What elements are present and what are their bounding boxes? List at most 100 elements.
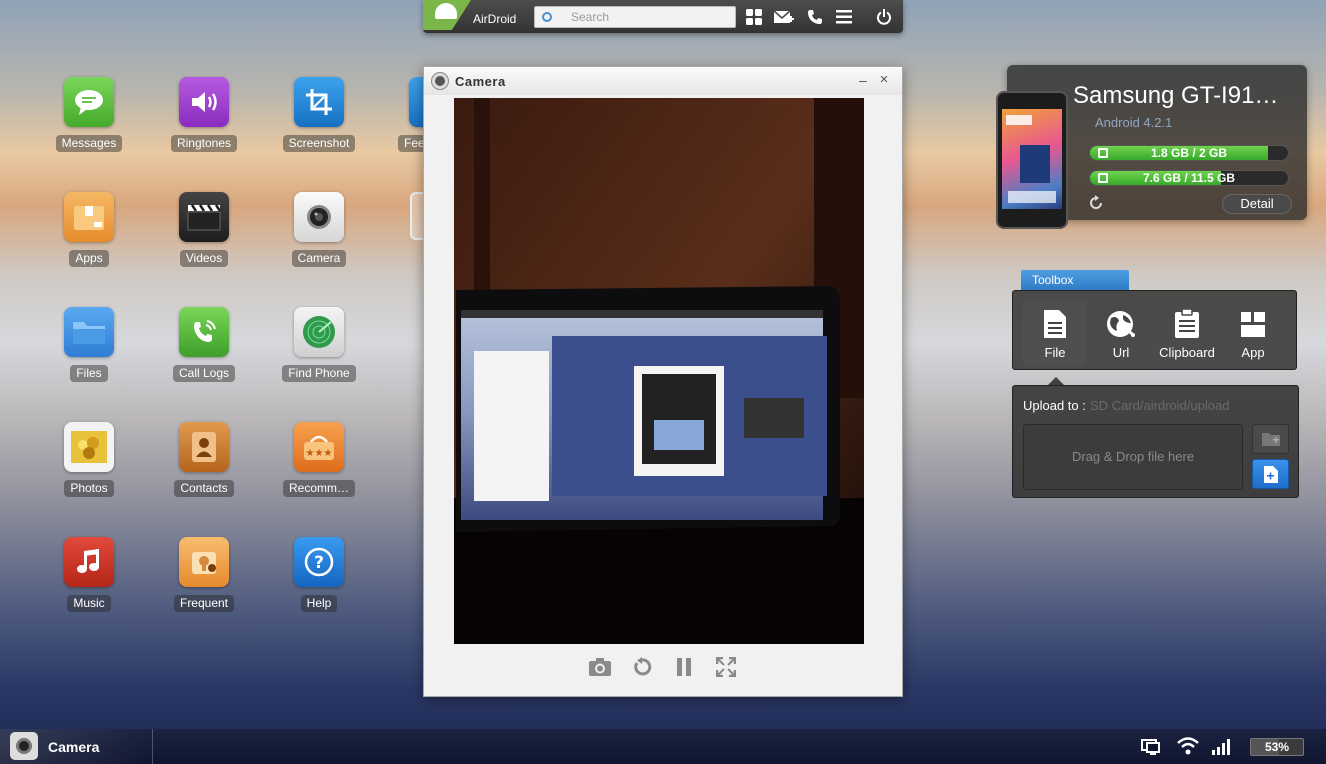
app-label: Ringtones	[170, 135, 238, 152]
minimize-button[interactable]: –	[855, 72, 871, 88]
camera-title-icon	[432, 73, 448, 89]
recommend-basket-icon: ★★★	[294, 422, 344, 472]
screenshot-icon	[294, 77, 344, 127]
app-photos[interactable]: Photos	[39, 422, 139, 497]
menu-icon[interactable]	[833, 6, 855, 28]
app-label: Music	[67, 595, 111, 612]
new-message-icon[interactable]	[773, 6, 795, 28]
task-label: Camera	[48, 739, 100, 755]
messages-icon	[64, 77, 114, 127]
file-icon	[1023, 307, 1087, 341]
tool-label: Url	[1112, 345, 1130, 360]
search-box[interactable]	[534, 6, 736, 28]
app-apps[interactable]: Apps	[39, 192, 139, 267]
contacts-icon	[179, 422, 229, 472]
app-label: Help	[300, 595, 338, 612]
apps-package-icon	[64, 192, 114, 242]
search-input[interactable]	[557, 9, 727, 25]
storage-text: 1.8 GB / 2 GB	[1150, 146, 1228, 160]
airdroid-logo[interactable]	[423, 0, 471, 30]
logo-text: AirDroid	[473, 12, 517, 26]
videos-icon	[179, 192, 229, 242]
app-messages[interactable]: Messages	[39, 77, 139, 152]
app-label: Call Logs	[172, 365, 236, 382]
app-call-logs[interactable]: Call Logs	[154, 307, 254, 382]
app-help[interactable]: ? Help	[269, 537, 369, 612]
toolbox-tab[interactable]: Toolbox	[1021, 270, 1129, 290]
app-label: Screenshot	[282, 135, 356, 152]
app-label: Camera	[291, 250, 347, 267]
app-label: Fee	[398, 135, 424, 152]
signal-strength-icon	[1212, 737, 1232, 757]
phone-icon[interactable]	[804, 6, 826, 28]
app-camera[interactable]: Camera	[269, 192, 369, 267]
add-folder-icon	[1261, 433, 1280, 446]
app-ringtones[interactable]: Ringtones	[154, 77, 254, 152]
phone-storage-bar: 1.8 GB / 2 GB	[1089, 145, 1289, 161]
window-title: Camera	[455, 74, 506, 89]
app-videos[interactable]: Videos	[154, 192, 254, 267]
app-frequent[interactable]: Frequent	[154, 537, 254, 612]
app-label: Messages	[55, 135, 123, 152]
phone-screen	[1002, 109, 1062, 209]
detail-button[interactable]: Detail	[1222, 194, 1292, 214]
phone-image	[996, 91, 1068, 229]
fullscreen-icon[interactable]	[714, 655, 738, 679]
app-screenshot[interactable]: Screenshot	[269, 77, 369, 152]
app-recommend[interactable]: ★★★ Recomm…	[269, 422, 369, 497]
add-file-icon	[1263, 465, 1278, 483]
help-question-icon: ?	[294, 537, 344, 587]
power-icon[interactable]	[873, 6, 895, 28]
app-label: Files	[70, 365, 108, 382]
wifi-icon	[1177, 737, 1199, 757]
app-label: Photos	[64, 480, 114, 497]
app-find-phone[interactable]: Find Phone	[269, 307, 369, 382]
tool-label: Clipboard	[1159, 345, 1215, 360]
camera-titlebar[interactable]: Camera – ×	[424, 67, 902, 95]
device-os: Android 4.2.1	[1095, 115, 1173, 130]
device-name: Samsung GT-I91…	[1073, 82, 1279, 109]
screen-mirror-icon[interactable]	[1141, 737, 1161, 757]
music-note-icon	[64, 537, 114, 587]
app-music[interactable]: Music	[39, 537, 139, 612]
rotate-icon[interactable]	[630, 655, 654, 679]
apps-grid-icon[interactable]	[743, 6, 765, 28]
url-globe-icon	[1089, 307, 1153, 341]
camera-icon	[294, 192, 344, 242]
app-contacts[interactable]: Contacts	[154, 422, 254, 497]
upload-to-label: Upload to :	[1023, 398, 1086, 413]
tool-app[interactable]: App	[1221, 301, 1285, 365]
tool-label: File	[1044, 345, 1066, 360]
camera-feed-image	[454, 98, 864, 644]
app-label: Recomm…	[282, 480, 355, 497]
app-feedback[interactable]: Fee	[384, 77, 424, 152]
refresh-icon[interactable]	[1088, 195, 1104, 211]
ringtones-icon	[179, 77, 229, 127]
tool-url[interactable]: Url	[1089, 301, 1153, 365]
tool-file[interactable]: File	[1023, 301, 1087, 365]
app-files[interactable]: Files	[39, 307, 139, 382]
files-folder-icon	[64, 307, 114, 357]
photos-icon	[64, 422, 114, 472]
clipboard-icon	[1155, 307, 1219, 341]
taskbar-camera-item[interactable]: Camera	[0, 729, 153, 764]
close-button[interactable]: ×	[876, 72, 892, 88]
pause-icon[interactable]	[672, 655, 696, 679]
camera-snapshot-icon[interactable]	[588, 655, 612, 679]
find-phone-radar-icon	[294, 307, 344, 357]
select-folder-button[interactable]	[1252, 424, 1289, 454]
drag-drop-zone[interactable]: Drag & Drop file here	[1023, 424, 1243, 490]
taskbar: Camera	[0, 729, 1326, 764]
add-file-button[interactable]	[1252, 459, 1289, 489]
camera-live-view	[454, 98, 864, 644]
toolbox-panel: File Url Clipboard App	[1012, 290, 1297, 370]
battery-indicator: 53%	[1250, 738, 1304, 756]
app-label: Find Phone	[282, 365, 356, 382]
hidden-app-tile	[410, 192, 424, 240]
android-droid-icon	[435, 3, 457, 19]
svg-text:?: ?	[314, 553, 324, 573]
upload-path[interactable]: SD Card/airdroid/upload	[1090, 398, 1229, 413]
battery-percent: 53%	[1264, 740, 1290, 754]
tool-clipboard[interactable]: Clipboard	[1155, 301, 1219, 365]
upload-panel: Upload to : SD Card/airdroid/upload Drag…	[1012, 385, 1299, 498]
